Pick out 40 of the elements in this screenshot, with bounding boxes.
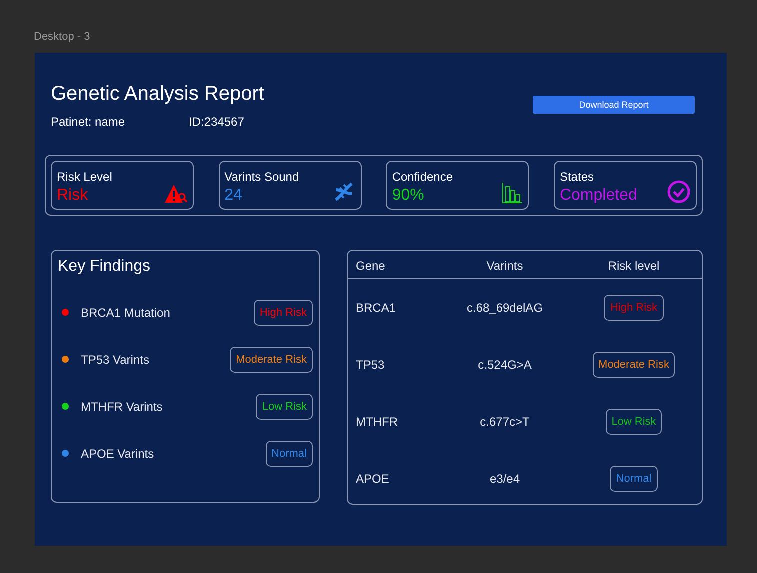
finding-label: BRCA1 Mutation: [81, 306, 172, 320]
risk-badge: High Risk: [604, 294, 664, 320]
finding-label: APOE Varints: [81, 446, 156, 460]
table-cell-text: c.524G>A: [477, 358, 533, 372]
column-header: Risk level: [607, 258, 661, 272]
report-title: Genetic Analysis Report: [51, 83, 264, 106]
stat-label: Varints Sound: [224, 170, 300, 184]
stat-value: 24: [224, 187, 244, 205]
risk-badge: Low Risk: [256, 394, 313, 420]
column-header: Gene: [356, 258, 386, 272]
stat-value: 90%: [392, 187, 426, 205]
stat-label: Confidence: [392, 170, 454, 184]
risk-badge: Normal: [610, 466, 658, 492]
finding-label: MTHFR Varints: [81, 400, 164, 414]
table-cell-text: BRCA1: [356, 300, 398, 314]
table-cell-text: APOE: [356, 472, 390, 486]
stat-value: Completed: [560, 187, 638, 205]
patient-name: Patinet: name: [51, 115, 126, 129]
finding-label: TP53 Varints: [81, 352, 150, 366]
stat-label: Risk Level: [57, 170, 112, 184]
patient-id: ID:234567: [189, 115, 244, 129]
table-cell-text: c.68_69delAG: [466, 300, 544, 314]
risk-badge: Moderate Risk: [230, 346, 313, 372]
table-cell-text: c.677c>T: [479, 414, 531, 428]
stat-label: States: [560, 170, 595, 184]
table-cell-text: TP53: [356, 358, 386, 372]
table-cell-text: e3/e4: [488, 472, 522, 486]
risk-badge: Low Risk: [606, 408, 662, 434]
risk-badge: High Risk: [254, 300, 313, 326]
table-cell-text: MTHFR: [356, 414, 399, 428]
warning-icon: [164, 184, 188, 204]
download-button[interactable]: Download Report: [533, 96, 695, 114]
check-circle-icon: [666, 180, 691, 204]
risk-badge: Normal: [266, 440, 313, 466]
frame-label: Desktop - 3: [34, 31, 92, 45]
risk-badge: Moderate Risk: [592, 352, 676, 378]
column-header: Varints: [486, 258, 524, 272]
stat-value: Risk: [57, 187, 90, 205]
bar-chart-icon: [501, 182, 524, 204]
panel-title: Key Findings: [58, 258, 152, 276]
